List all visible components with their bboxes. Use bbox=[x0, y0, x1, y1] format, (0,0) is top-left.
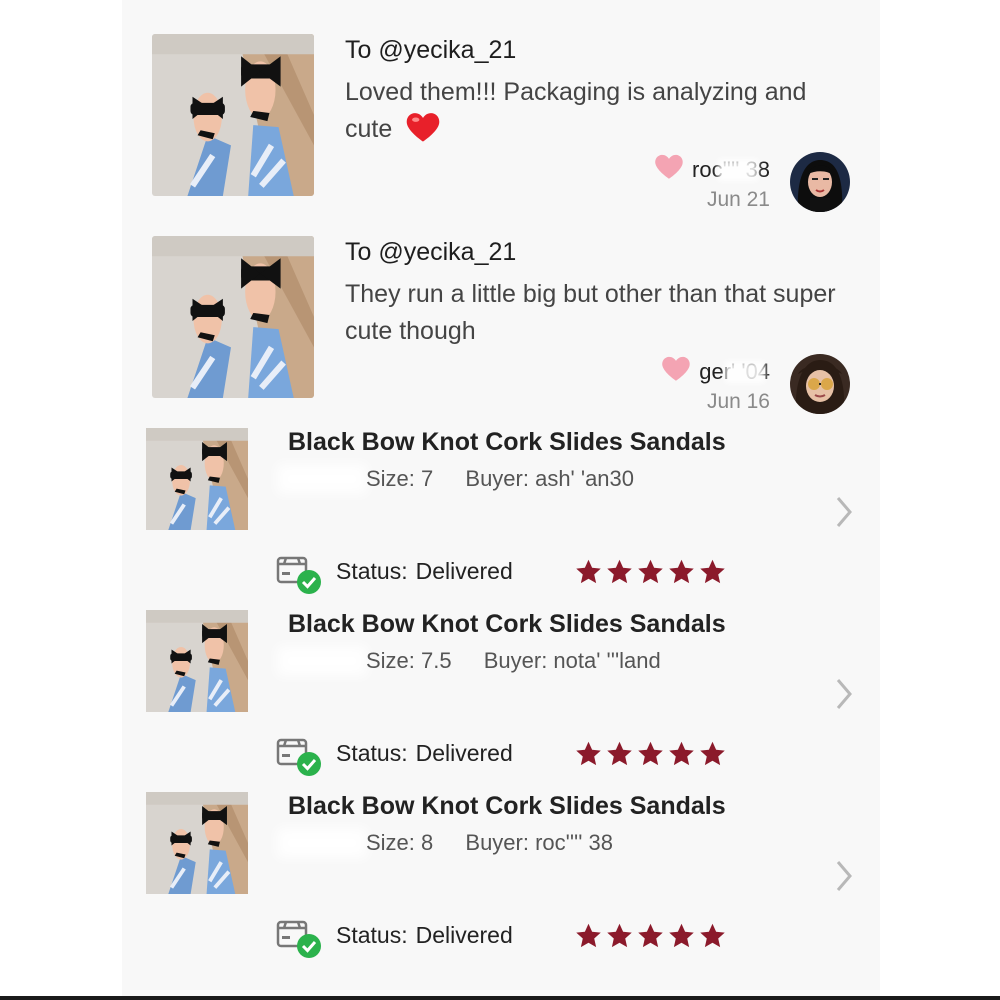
review-text: Loved them!!! Packaging is analyzing and… bbox=[345, 74, 845, 154]
review-photo[interactable] bbox=[152, 34, 314, 196]
review-card[interactable]: To @yecika_21 They run a little big but … bbox=[122, 220, 880, 420]
order-meta: Size: 7.5 Buyer: nota' '''land bbox=[366, 648, 661, 674]
star-icon bbox=[636, 740, 665, 768]
review-date: Jun 21 bbox=[706, 188, 770, 211]
redaction-blur bbox=[277, 646, 367, 676]
star-icon bbox=[636, 922, 665, 950]
rating-stars bbox=[574, 558, 727, 586]
order-status: Status: Delivered bbox=[336, 922, 513, 949]
red-heart-emoji-icon bbox=[405, 111, 441, 154]
star-icon bbox=[605, 558, 634, 586]
status-value: Delivered bbox=[415, 558, 513, 584]
product-title: Black Bow Knot Cork Slides Sandals bbox=[288, 610, 726, 638]
avatar[interactable] bbox=[790, 354, 850, 414]
review-recipient: To @yecika_21 bbox=[345, 238, 517, 266]
review-recipient: To @yecika_21 bbox=[345, 36, 517, 64]
star-icon bbox=[636, 558, 665, 586]
star-icon bbox=[667, 740, 696, 768]
rating-stars bbox=[574, 922, 727, 950]
order-card[interactable]: Black Bow Knot Cork Slides Sandals Size:… bbox=[122, 788, 880, 970]
order-card[interactable]: Black Bow Knot Cork Slides Sandals Size:… bbox=[122, 424, 880, 606]
product-thumbnail[interactable] bbox=[146, 610, 248, 712]
order-size: Size: 7 bbox=[366, 466, 434, 491]
liked-by[interactable]: roc'''' 38 bbox=[654, 153, 770, 186]
order-buyer: Buyer: nota' '''land bbox=[483, 648, 661, 673]
order-buyer: Buyer: roc'''' 38 bbox=[465, 830, 614, 855]
order-meta: Size: 8 Buyer: roc'''' 38 bbox=[366, 830, 613, 856]
star-icon bbox=[574, 922, 603, 950]
redaction-blur bbox=[277, 464, 367, 494]
star-icon bbox=[574, 558, 603, 586]
review-text: They run a little big but other than tha… bbox=[345, 280, 836, 345]
liked-by[interactable]: ger' '04 bbox=[661, 355, 770, 388]
star-icon bbox=[605, 740, 634, 768]
chevron-right-icon[interactable] bbox=[832, 676, 856, 712]
star-icon bbox=[698, 922, 727, 950]
star-icon bbox=[667, 922, 696, 950]
star-icon bbox=[605, 922, 634, 950]
star-icon bbox=[698, 740, 727, 768]
order-size: Size: 7.5 bbox=[366, 648, 452, 673]
delivered-package-icon bbox=[276, 920, 321, 958]
star-icon bbox=[667, 558, 696, 586]
review-card[interactable]: To @yecika_21 Loved them!!! Packaging is… bbox=[122, 18, 880, 218]
order-buyer: Buyer: ash' 'an30 bbox=[465, 466, 635, 491]
chevron-right-icon[interactable] bbox=[832, 494, 856, 530]
liker-username: roc'''' 38 bbox=[692, 156, 770, 182]
order-size: Size: 8 bbox=[366, 830, 434, 855]
product-title: Black Bow Knot Cork Slides Sandals bbox=[288, 428, 726, 456]
order-meta: Size: 7 Buyer: ash' 'an30 bbox=[366, 466, 634, 492]
order-card[interactable]: Black Bow Knot Cork Slides Sandals Size:… bbox=[122, 606, 880, 788]
product-title: Black Bow Knot Cork Slides Sandals bbox=[288, 792, 726, 820]
delivered-package-icon bbox=[276, 556, 321, 594]
status-label: Status: bbox=[336, 740, 408, 766]
product-thumbnail[interactable] bbox=[146, 428, 248, 530]
chevron-right-icon[interactable] bbox=[832, 858, 856, 894]
star-icon bbox=[698, 558, 727, 586]
liker-username: ger' '04 bbox=[699, 358, 770, 384]
status-value: Delivered bbox=[415, 922, 513, 948]
order-status: Status: Delivered bbox=[336, 558, 513, 585]
product-thumbnail[interactable] bbox=[146, 792, 248, 894]
bottom-border bbox=[0, 996, 1000, 1000]
status-value: Delivered bbox=[415, 740, 513, 766]
heart-icon bbox=[661, 355, 691, 388]
review-photo[interactable] bbox=[152, 236, 314, 398]
avatar[interactable] bbox=[790, 152, 850, 212]
star-icon bbox=[574, 740, 603, 768]
rating-stars bbox=[574, 740, 727, 768]
review-date: Jun 16 bbox=[706, 390, 770, 413]
heart-icon bbox=[654, 153, 684, 186]
redaction-blur bbox=[277, 828, 367, 858]
status-label: Status: bbox=[336, 922, 408, 948]
delivered-package-icon bbox=[276, 738, 321, 776]
order-status: Status: Delivered bbox=[336, 740, 513, 767]
status-label: Status: bbox=[336, 558, 408, 584]
